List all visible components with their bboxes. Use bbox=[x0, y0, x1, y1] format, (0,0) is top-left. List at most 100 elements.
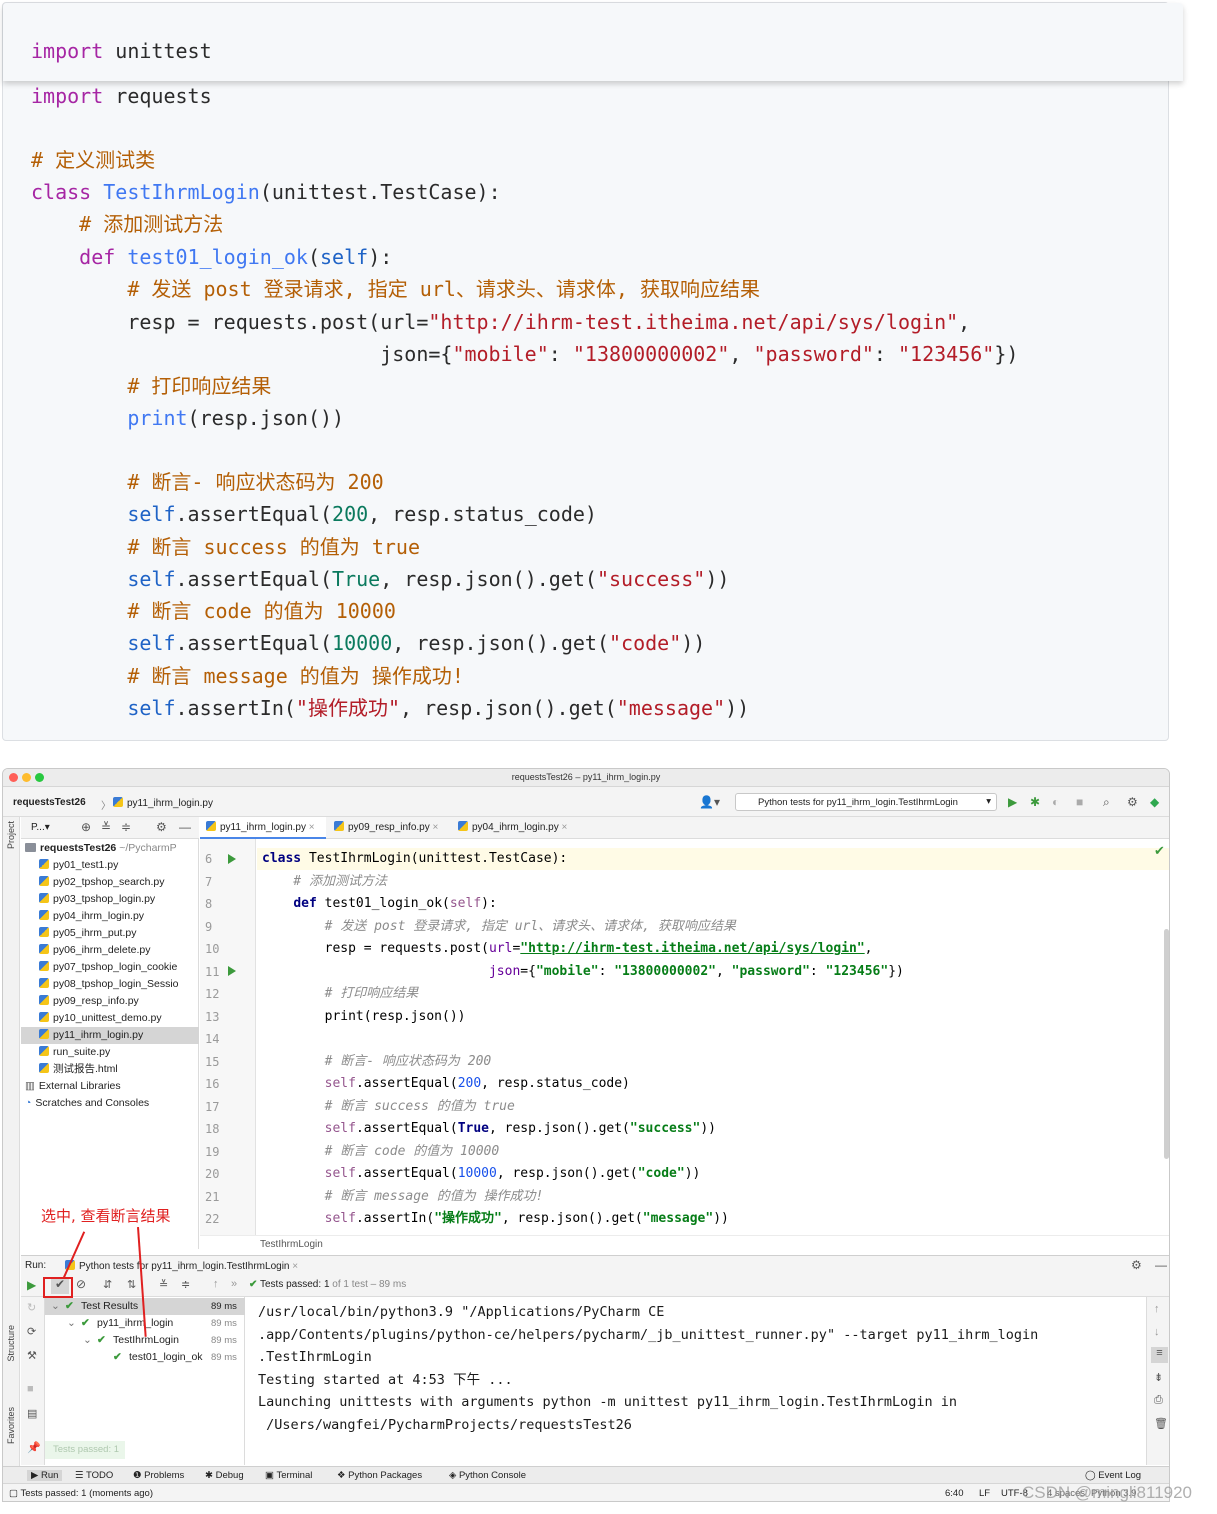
expand-all-icon[interactable]: ≚ bbox=[101, 820, 111, 834]
debug-icon[interactable]: ✱ bbox=[1030, 795, 1040, 809]
code-block: import unittest import requests # 定义测试类 cla… bbox=[2, 2, 1183, 741]
tool-tab-run[interactable]: ▶ Run bbox=[27, 1470, 63, 1481]
favorites-tool-tab[interactable]: Favorites bbox=[6, 1407, 16, 1444]
breadcrumb-project[interactable]: requestsTest26 bbox=[13, 797, 86, 808]
highlight-box bbox=[43, 1277, 73, 1298]
editor-token: "mobile" bbox=[535, 963, 599, 979]
settings-icon[interactable]: ⚙ bbox=[1127, 795, 1138, 809]
search-icon[interactable]: ⌕ bbox=[1103, 795, 1110, 809]
line-number: 12 bbox=[205, 987, 220, 1001]
clear-all-icon[interactable]: 🗑 bbox=[1154, 1417, 1168, 1430]
project-file-item[interactable]: py01_test1.py bbox=[39, 857, 118, 874]
project-file-item[interactable]: py05_ihrm_put.py bbox=[39, 925, 136, 942]
project-file-item[interactable]: py07_tpshop_login_cookie bbox=[39, 959, 177, 976]
project-file-item[interactable]: py09_resp_info.py bbox=[39, 993, 139, 1010]
rerun-failed-icon[interactable]: ↻ bbox=[27, 1301, 36, 1314]
project-file-item[interactable]: 测试报告.html bbox=[39, 1061, 118, 1078]
run-icon[interactable]: ▶ bbox=[1008, 795, 1017, 809]
coverage-icon[interactable]: ◐ bbox=[1052, 795, 1059, 809]
test-tree-item[interactable]: ✔ test01_login_ok 89 ms bbox=[45, 1349, 245, 1366]
more-icon[interactable]: » bbox=[231, 1278, 237, 1290]
inspection-ok-icon[interactable]: ✔ bbox=[1154, 843, 1165, 859]
tool-tab-debug[interactable]: ✱ Debug bbox=[205, 1470, 244, 1481]
line-number: 19 bbox=[205, 1144, 220, 1159]
tool-tab-problems[interactable]: ❶ Problems bbox=[133, 1470, 184, 1481]
soft-wrap-button[interactable]: ≡ bbox=[1151, 1347, 1168, 1363]
stop-icon[interactable]: ■ bbox=[1076, 795, 1083, 809]
run-configuration-select[interactable]: Python tests for py11_ihrm_login.TestIhr… bbox=[735, 793, 997, 811]
expand-all-tests-icon[interactable]: ≚ bbox=[159, 1278, 168, 1291]
project-file-item[interactable]: py03_tpshop_login.py bbox=[39, 891, 155, 908]
previous-failed-icon[interactable]: ↑ bbox=[213, 1278, 219, 1290]
file-label: py05_ihrm_put.py bbox=[53, 927, 137, 939]
hide-run-panel-icon[interactable]: — bbox=[1155, 1258, 1167, 1272]
editor-breadcrumb[interactable]: TestIhrmLogin bbox=[200, 1235, 1169, 1253]
breadcrumb-file[interactable]: py11_ihrm_login.py bbox=[113, 797, 213, 809]
project-root[interactable]: requestsTest26 ~/PycharmP bbox=[25, 840, 177, 857]
stop-test-icon[interactable]: ■ bbox=[27, 1383, 34, 1395]
editor-token: , resp.status_code) bbox=[481, 1076, 630, 1091]
status-message[interactable]: ▢ Tests passed: 1 (moments ago) bbox=[9, 1488, 153, 1499]
tab-py04-ihrm-login[interactable]: py04_ihrm_login.py × bbox=[452, 817, 578, 839]
collapse-all-tests-icon[interactable]: ≑ bbox=[181, 1278, 190, 1291]
locate-icon[interactable]: ⊕ bbox=[81, 820, 91, 834]
project-file-item[interactable]: py08_tpshop_login_Sessio bbox=[39, 976, 179, 993]
tests-passed-toast: Tests passed: 1 bbox=[45, 1441, 125, 1459]
plugin-icon[interactable]: ◆ bbox=[1150, 795, 1159, 809]
project-view-select[interactable]: P...▾ bbox=[31, 822, 50, 833]
wrench-icon[interactable]: ⚒ bbox=[27, 1349, 37, 1362]
hide-panel-icon[interactable]: — bbox=[179, 820, 191, 834]
event-log-button[interactable]: ◯ Event Log bbox=[1085, 1470, 1141, 1481]
gear-icon[interactable]: ⚙ bbox=[156, 820, 167, 834]
editor-token: .assertEqual( bbox=[355, 1121, 458, 1136]
sort-by-duration-icon[interactable]: ⇅ bbox=[127, 1278, 136, 1291]
passed-check-icon: ✔ bbox=[97, 1334, 106, 1346]
project-file-item[interactable]: py10_unittest_demo.py bbox=[39, 1010, 162, 1027]
line-separator[interactable]: LF bbox=[979, 1488, 990, 1499]
tab-py11-ihrm-login[interactable]: py11_ihrm_login.py × bbox=[200, 817, 326, 839]
scroll-to-end-icon[interactable]: ⇟ bbox=[1154, 1371, 1163, 1384]
code-token: resp = requests.post(url= bbox=[31, 310, 429, 334]
editor-line: self.assertIn("操作成功", resp.json().get("m… bbox=[262, 1210, 729, 1228]
console-right-strip: ↑ ↓ ≡ ⇟ ⎙ 🗑 bbox=[1146, 1297, 1169, 1465]
external-libraries[interactable]: ▥ External Libraries bbox=[25, 1078, 121, 1095]
project-file-item[interactable]: py04_ihrm_login.py bbox=[39, 908, 144, 925]
pin-icon[interactable]: 📌 bbox=[27, 1441, 41, 1454]
layout-icon[interactable]: ▤ bbox=[27, 1407, 37, 1420]
editor-scrollbar[interactable] bbox=[1164, 929, 1169, 1159]
tab-py09-resp-info[interactable]: py09_resp_info.py × bbox=[328, 817, 452, 839]
run-method-icon[interactable] bbox=[228, 966, 236, 976]
tool-tab-todo[interactable]: ☰ TODO bbox=[75, 1470, 113, 1481]
toggle-auto-test-icon[interactable]: ⟳ bbox=[27, 1325, 36, 1338]
tool-tab-python-packages[interactable]: ❖ Python Packages bbox=[337, 1470, 422, 1481]
user-icon[interactable]: 👤▾ bbox=[699, 795, 720, 809]
console-output[interactable]: /usr/local/bin/python3.9 "/Applications/… bbox=[246, 1297, 1146, 1465]
close-run-tab-icon[interactable]: × bbox=[292, 1261, 298, 1272]
code-token: # 断言 message 的值为 操作成功! bbox=[31, 664, 464, 688]
scroll-up-icon[interactable]: ↑ bbox=[1154, 1303, 1160, 1315]
project-file-item[interactable]: run_suite.py bbox=[39, 1044, 110, 1061]
close-tab-icon[interactable]: × bbox=[433, 822, 439, 833]
structure-tool-tab[interactable]: Structure bbox=[6, 1325, 16, 1362]
code-editor[interactable]: class TestIhrmLogin(unittest.TestCase): … bbox=[257, 839, 1169, 1239]
editor-token: 200 bbox=[457, 1076, 482, 1091]
print-icon[interactable]: ⎙ bbox=[1154, 1394, 1163, 1407]
sort-alphabetically-icon[interactable]: ⇵ bbox=[103, 1278, 112, 1291]
run-class-icon[interactable] bbox=[228, 854, 236, 864]
project-file-item[interactable]: py06_ihrm_delete.py bbox=[39, 942, 150, 959]
project-file-item[interactable]: py02_tpshop_search.py bbox=[39, 874, 165, 891]
project-file-item[interactable]: py11_ihrm_login.py bbox=[21, 1027, 199, 1044]
tool-tab-python-console[interactable]: ◈ Python Console bbox=[449, 1470, 526, 1481]
run-settings-icon[interactable]: ⚙ bbox=[1131, 1258, 1142, 1272]
run-tab[interactable]: Python tests for py11_ihrm_login.TestIhr… bbox=[65, 1260, 298, 1272]
collapse-all-icon[interactable]: ≑ bbox=[121, 820, 131, 834]
close-tab-icon[interactable]: × bbox=[309, 822, 315, 833]
close-tab-icon[interactable]: × bbox=[562, 822, 568, 833]
scroll-down-icon[interactable]: ↓ bbox=[1154, 1326, 1160, 1338]
caret-position[interactable]: 6:40 bbox=[945, 1488, 964, 1499]
rerun-icon[interactable]: ▶ bbox=[27, 1278, 36, 1292]
scratches-and-consoles[interactable]: ◔ Scratches and Consoles bbox=[25, 1095, 149, 1112]
show-ignored-icon[interactable]: ⊘ bbox=[76, 1277, 86, 1291]
tool-tab-terminal[interactable]: ▣ Terminal bbox=[265, 1470, 312, 1481]
project-tool-tab[interactable]: Project bbox=[6, 821, 16, 849]
